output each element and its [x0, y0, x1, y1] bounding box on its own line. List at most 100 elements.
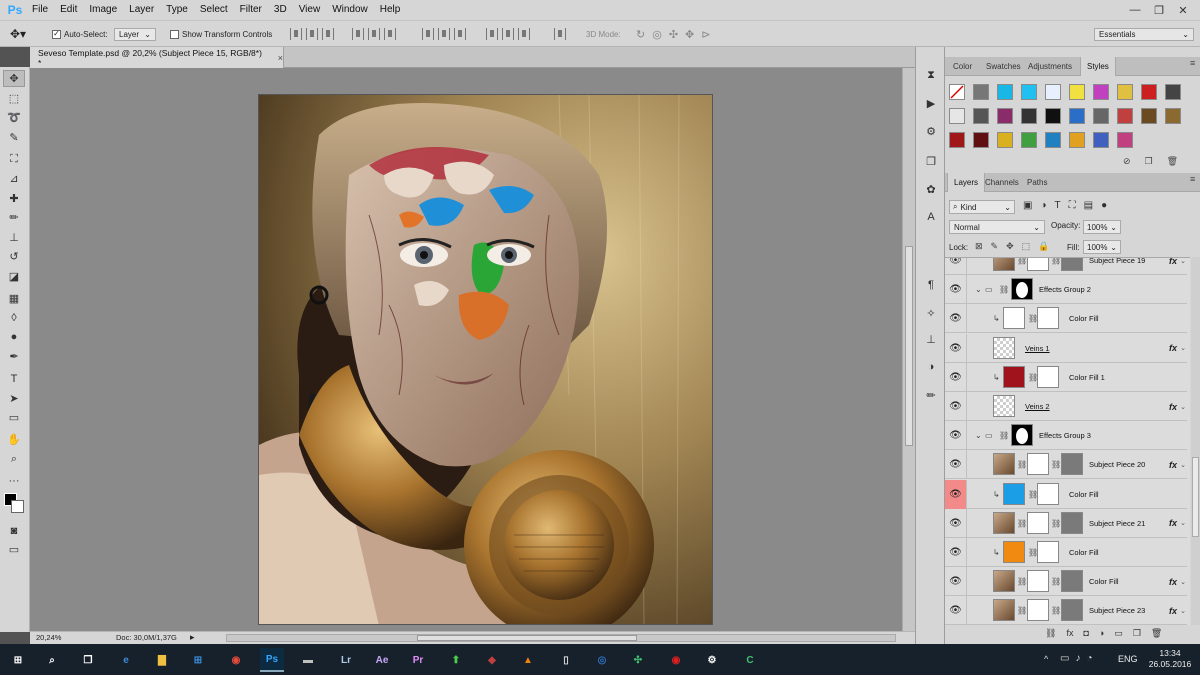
eye-icon[interactable]: 👁	[945, 392, 967, 421]
auto-select-checkbox[interactable]: ✓ Auto-Select:	[52, 27, 108, 41]
tab-channels[interactable]: Channels	[979, 173, 1025, 192]
style-swatch[interactable]	[1093, 132, 1109, 148]
after-effects-icon[interactable]: Ae	[370, 648, 394, 672]
marquee-icon[interactable]: ⬚	[3, 90, 25, 107]
zoom-icon[interactable]: ⌕	[3, 451, 25, 468]
eye-icon[interactable]: 👁	[945, 304, 967, 334]
adjustments-icon[interactable]: ◑	[922, 359, 940, 375]
wifi-icon[interactable]: ◔	[1086, 653, 1092, 664]
more-tools-icon[interactable]: ···	[3, 473, 25, 490]
eye-icon[interactable]: 👁	[945, 479, 967, 509]
fill-color-thumbnail[interactable]	[1003, 365, 1025, 388]
3d-scale-icon[interactable]: ⊳	[701, 28, 710, 41]
status-menu-icon[interactable]: ▸	[190, 632, 195, 643]
distribute-left-icon[interactable]	[486, 28, 498, 40]
layer-mask-thumbnail[interactable]	[1027, 258, 1049, 271]
chevron-down-icon[interactable]: ⌄	[1180, 567, 1186, 596]
photo-thumbnail[interactable]	[993, 511, 1015, 534]
layer-thumbnail[interactable]	[993, 395, 1015, 417]
style-swatch[interactable]	[1021, 108, 1037, 124]
layer-name[interactable]: Effects Group 3	[1039, 421, 1091, 450]
tool-presets-icon[interactable]: ✧	[922, 305, 940, 321]
align-top-icon[interactable]	[290, 28, 302, 40]
camtasia-icon[interactable]: ✣	[626, 648, 650, 672]
layer-mask-thumbnail[interactable]	[1027, 570, 1049, 593]
tab-swatches[interactable]: Swatches	[980, 57, 1027, 76]
menu-file[interactable]: File	[26, 0, 54, 20]
distribute-hcenter-icon[interactable]	[502, 28, 514, 40]
distribute-bottom-icon[interactable]	[454, 28, 466, 40]
background-color-swatch[interactable]	[11, 500, 24, 513]
layer-row[interactable]: 👁 ↳ ⛓ Color Fill	[945, 304, 1187, 334]
canvas-horizontal-scrollbar[interactable]	[226, 634, 896, 642]
style-swatch[interactable]	[949, 108, 965, 124]
hand-icon[interactable]: ✋	[3, 431, 25, 448]
layer-row[interactable]: 👁 ↳ ⛓ Color Fill 1	[945, 362, 1187, 392]
zoom-level[interactable]: 20,24%	[36, 633, 61, 642]
style-swatch[interactable]	[1117, 84, 1133, 100]
style-swatch[interactable]	[1045, 132, 1061, 148]
lock-transparent-icon[interactable]: ⊠	[975, 241, 983, 252]
fx-icon[interactable]: fx	[1169, 450, 1177, 479]
align-bottom-icon[interactable]	[322, 28, 334, 40]
fx-icon[interactable]: fx	[1169, 392, 1177, 421]
shape-icon[interactable]: ▭	[3, 409, 25, 426]
3d-slide-icon[interactable]: ✥	[685, 28, 694, 41]
language-indicator[interactable]: ENG	[1118, 654, 1138, 664]
lightroom-icon[interactable]: Lr	[334, 648, 358, 672]
style-swatch[interactable]	[1141, 84, 1157, 100]
tab-styles[interactable]: Styles	[1080, 57, 1116, 76]
brush-icon[interactable]: ✏	[3, 209, 25, 226]
tab-paths[interactable]: Paths	[1021, 173, 1053, 192]
winrar-icon[interactable]: ◆	[480, 648, 504, 672]
menu-3d[interactable]: 3D	[268, 0, 293, 20]
layers-scrollbar[interactable]	[1191, 257, 1200, 625]
eraser-icon[interactable]: ◪	[3, 268, 25, 285]
maximize-button[interactable]: ❐	[1148, 0, 1170, 20]
type-icon[interactable]: T	[3, 370, 25, 387]
camtasia-recorder-icon[interactable]: C	[738, 648, 762, 672]
layer-name[interactable]: Effects Group 2	[1039, 275, 1091, 304]
chrome-icon[interactable]: ◉	[224, 648, 248, 672]
eye-icon[interactable]: 👁	[945, 596, 967, 625]
menu-window[interactable]: Window	[326, 0, 374, 20]
style-swatch[interactable]	[1093, 84, 1109, 100]
layer-name[interactable]: Color Fill	[1089, 567, 1119, 596]
layer-mask-thumbnail[interactable]	[1037, 365, 1059, 388]
auto-select-target-dropdown[interactable]: Layer ⌄	[114, 27, 156, 41]
3d-rotate-icon[interactable]: ↻	[636, 28, 645, 41]
move-icon[interactable]: ✥	[3, 70, 25, 87]
eye-icon[interactable]: 👁	[945, 538, 967, 567]
style-swatch[interactable]	[949, 84, 965, 100]
layer-name[interactable]: Color Fill	[1069, 304, 1099, 333]
chevron-down-icon[interactable]: ⌄	[1180, 509, 1186, 538]
chevron-down-icon[interactable]: ⌄	[1180, 596, 1186, 625]
style-swatch[interactable]	[1069, 132, 1085, 148]
clock[interactable]: 13:34 26.05.2016	[1146, 648, 1194, 669]
edge-icon[interactable]: e	[114, 648, 138, 672]
network-tray-icon[interactable]: ▭	[1060, 653, 1069, 664]
blend-mode-dropdown[interactable]: Normal ⌄	[949, 220, 1045, 234]
new-layer-icon[interactable]: ❐	[1133, 628, 1141, 639]
windows-start-icon[interactable]: ⊞	[6, 648, 30, 672]
store-icon[interactable]: ⊞	[186, 648, 210, 672]
style-swatch[interactable]	[1117, 108, 1133, 124]
layer-name[interactable]: Veins 1	[1025, 334, 1050, 363]
brush-presets-icon[interactable]: ✿	[922, 181, 940, 197]
group-mask-thumbnail[interactable]	[1011, 424, 1033, 447]
vector-mask-thumbnail[interactable]	[1061, 258, 1083, 271]
layer-mask-thumbnail[interactable]	[1027, 511, 1049, 534]
lock-artboard-icon[interactable]: ⬚	[1022, 241, 1031, 252]
align-vertical-center-icon[interactable]	[306, 28, 318, 40]
eyedropper-icon[interactable]: ⊿	[3, 170, 25, 187]
filter-shape-icon[interactable]: ⛶	[1069, 200, 1076, 211]
style-swatch[interactable]	[1069, 84, 1085, 100]
lock-image-icon[interactable]: ✎	[991, 241, 999, 252]
filter-type-icon[interactable]: T	[1055, 200, 1061, 211]
layer-mask-thumbnail[interactable]	[1037, 482, 1059, 505]
path-select-icon[interactable]: ➤	[3, 390, 25, 407]
menu-filter[interactable]: Filter	[234, 0, 268, 20]
layer-row[interactable]: 👁 ⛓ ⛓ Subject Piece 20 fx ⌄	[945, 450, 1187, 480]
canvas-area[interactable]	[30, 68, 902, 631]
brush-icon[interactable]: ✏	[922, 387, 940, 403]
